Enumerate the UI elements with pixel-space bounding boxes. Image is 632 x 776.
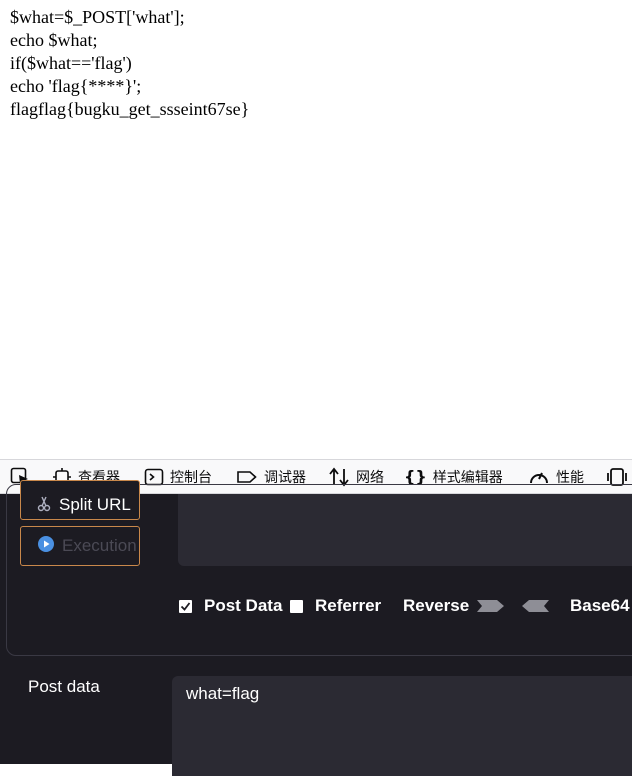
split-url-label: Split URL [59,495,131,514]
url-textarea[interactable] [178,494,632,566]
encode-arrow-right[interactable] [477,595,505,617]
reverse-label: Reverse [403,596,470,615]
code-line: $what=$_POST['what']; [10,7,185,27]
page-content: $what=$_POST['what']; echo $what; if($wh… [0,0,632,458]
referrer-option[interactable]: Referrer [290,595,381,617]
base64-button[interactable]: Base64 [570,595,630,617]
post-data-checkbox[interactable] [179,599,192,613]
execution-button[interactable]: Execution [20,526,140,566]
code-line: echo $what; [10,30,98,50]
base64-label: Base64 [570,596,630,615]
flag-output: flagflag{bugku_get_ssseint67se} [10,99,250,119]
arrow-right-icon [477,600,504,612]
execution-label: Execution [62,536,137,555]
post-data-input[interactable]: what=flag [172,676,632,776]
decode-arrow-left[interactable] [521,595,549,617]
referrer-option-label: Referrer [315,596,382,615]
split-url-button[interactable]: Split URL [20,480,140,520]
reverse-button[interactable]: Reverse [403,595,469,617]
arrow-left-icon [522,600,549,612]
play-icon [37,535,55,558]
post-data-label: Post data [28,677,100,696]
code-line: if($what=='flag') [10,53,132,73]
hackbar-panel: Split URL Execution Post Data Referrer R… [0,480,632,776]
post-data-option-label: Post Data [204,596,283,615]
post-data-option[interactable]: Post Data [179,595,282,617]
code-line: echo 'flag{****}'; [10,76,142,96]
referrer-checkbox[interactable] [290,599,303,613]
scissors-icon [37,496,51,517]
